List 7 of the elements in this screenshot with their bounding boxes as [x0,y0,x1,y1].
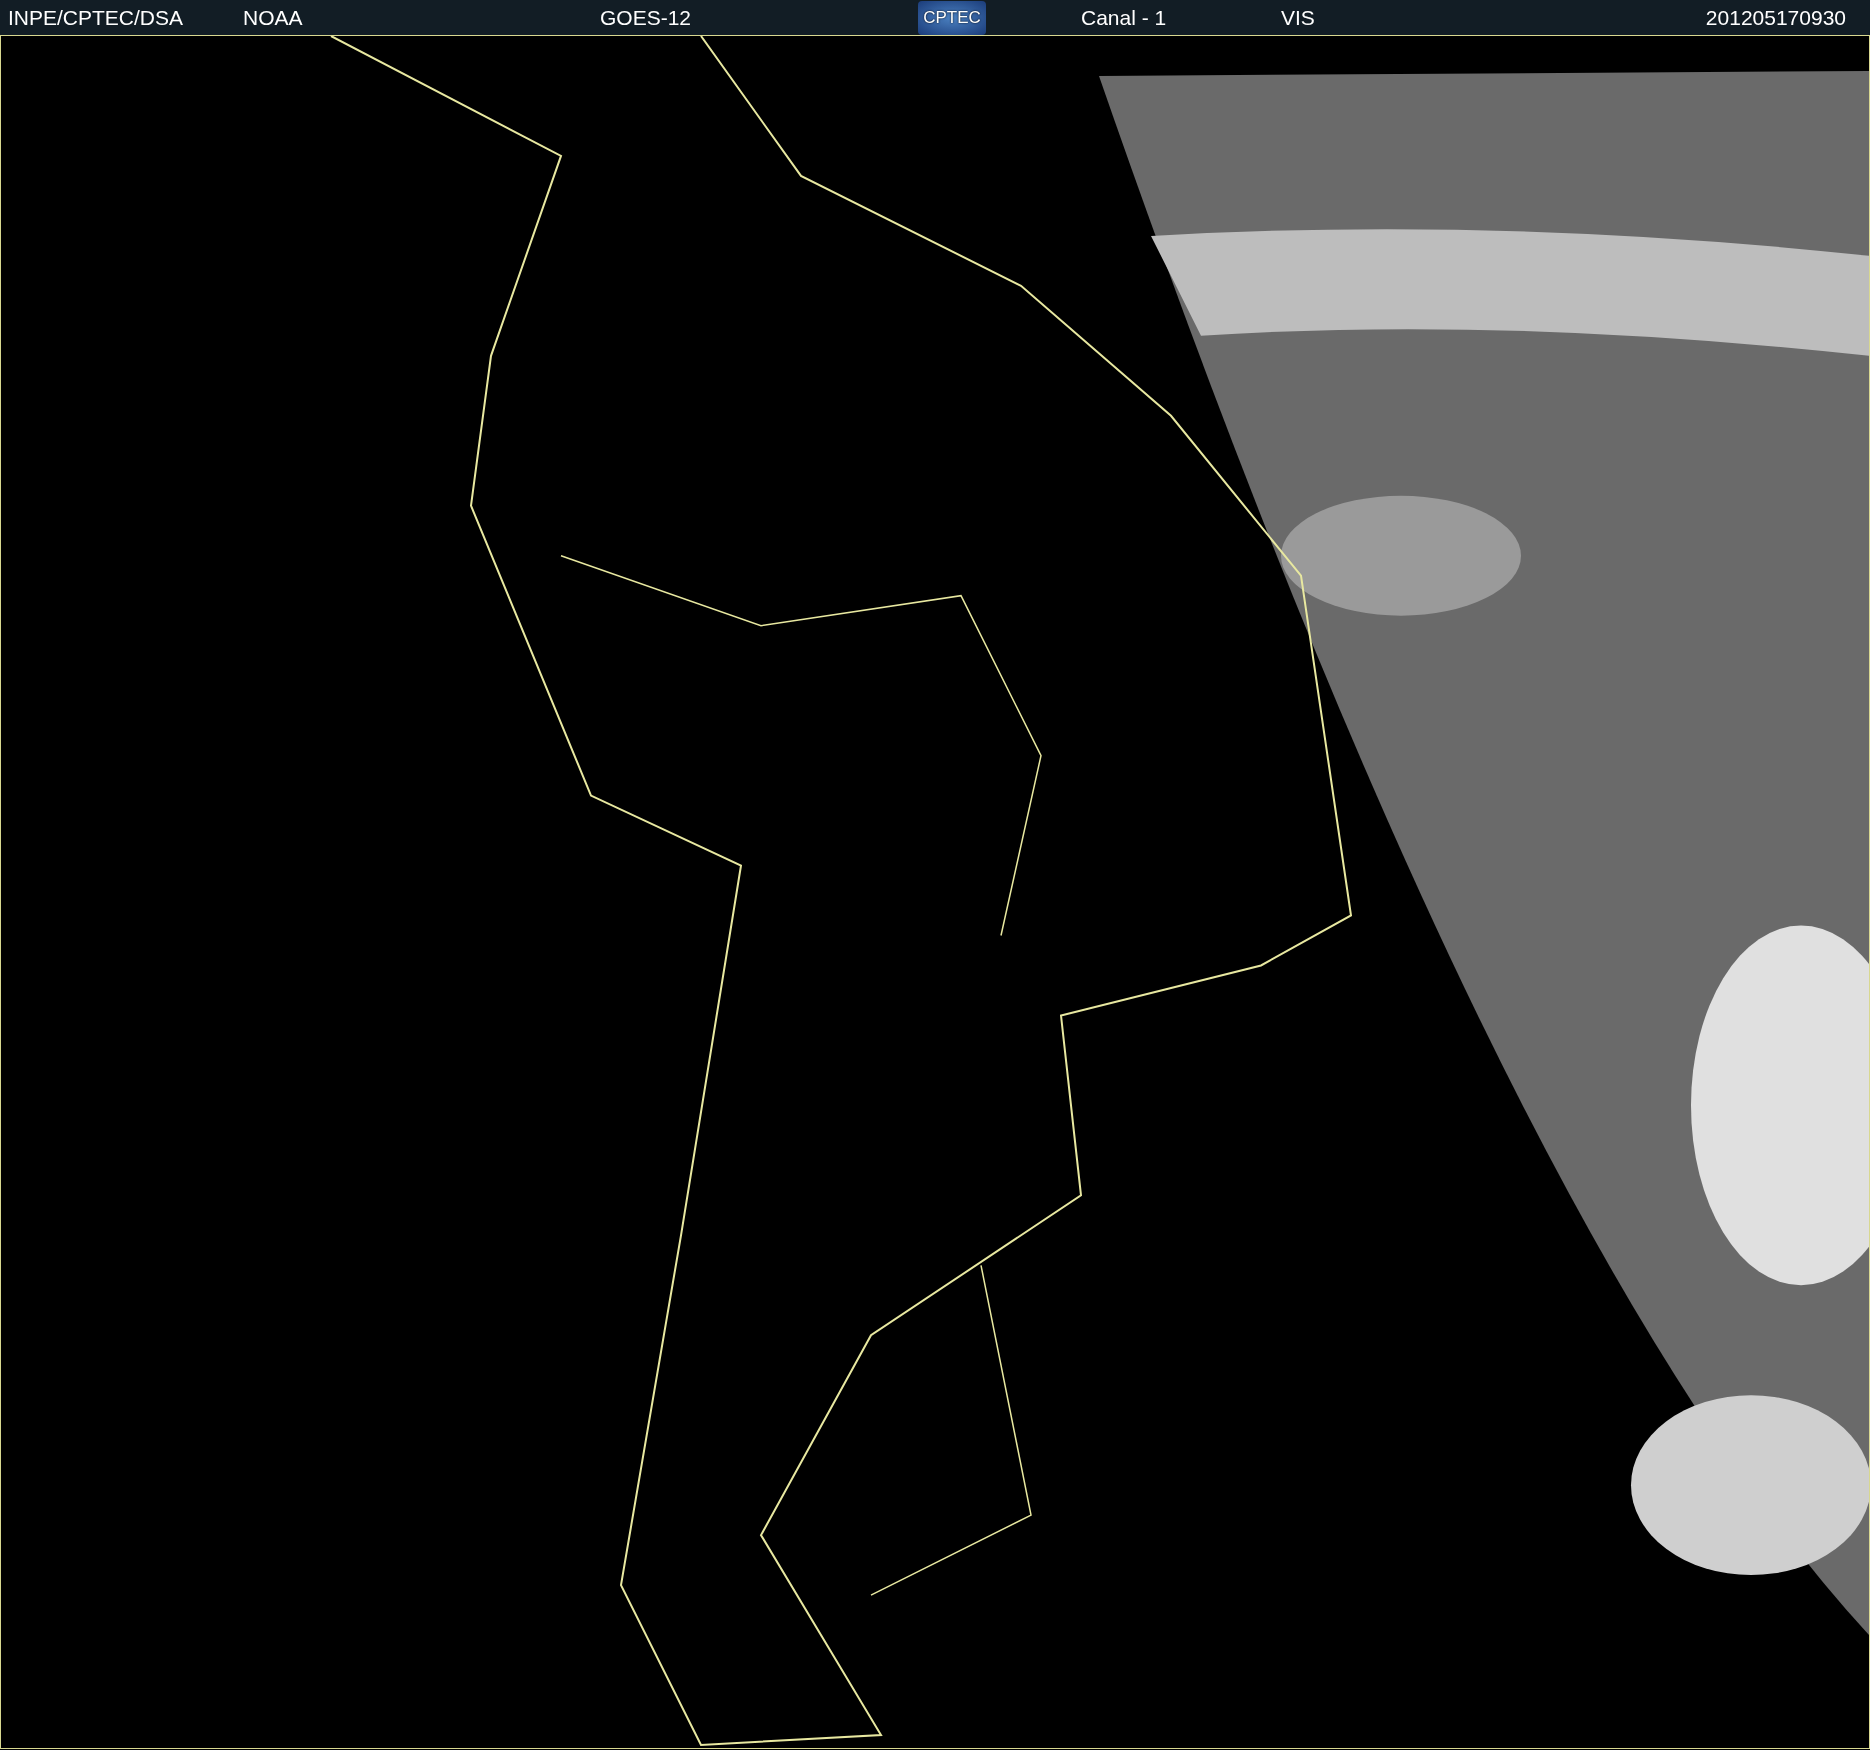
satellite-label: GOES-12 [600,4,693,31]
band-label: VIS [1281,4,1316,31]
channel-label: Canal - 1 [1081,4,1168,31]
timestamp-label: 201205170930 [1705,4,1846,31]
logo: CPTEC [918,0,986,35]
agency-label: NOAA [243,4,304,31]
source-label: INPE/CPTEC/DSA [8,4,185,31]
